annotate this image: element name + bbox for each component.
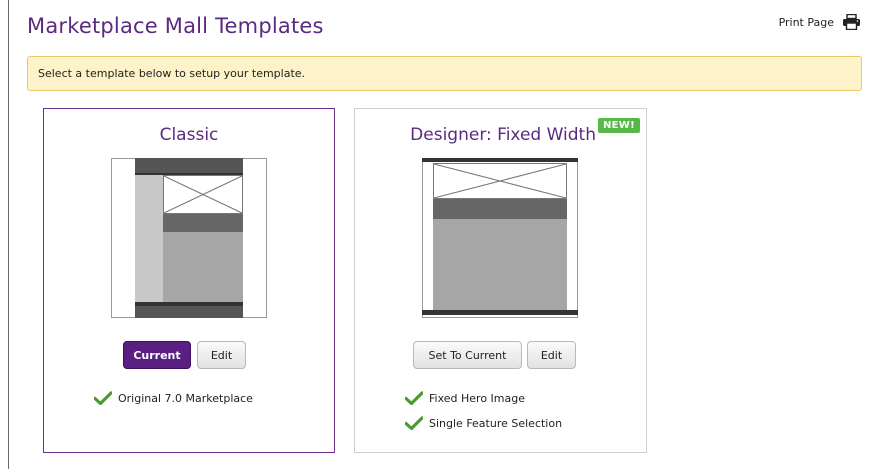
- feature-item: Original 7.0 Marketplace: [94, 391, 253, 405]
- checkmark-icon: [405, 416, 423, 430]
- template-preview-designer: [422, 158, 578, 322]
- template-preview-classic: [111, 158, 267, 322]
- checkmark-icon: [405, 391, 423, 405]
- printer-icon: [842, 14, 861, 30]
- feature-label: Original 7.0 Marketplace: [118, 391, 253, 405]
- set-to-current-button[interactable]: Set To Current: [413, 341, 522, 369]
- edit-classic-button[interactable]: Edit: [197, 341, 246, 369]
- template-title-classic: Classic: [159, 125, 219, 145]
- edit-designer-button[interactable]: Edit: [527, 341, 576, 369]
- new-badge: NEW!: [598, 118, 640, 133]
- feature-item: Single Feature Selection: [405, 416, 562, 430]
- checkmark-icon: [94, 391, 112, 405]
- notice-text: Select a template below to setup your te…: [38, 67, 306, 80]
- current-button[interactable]: Current: [123, 341, 191, 369]
- template-card-classic[interactable]: Classic Current Edit Original 7.0 Market…: [43, 108, 335, 453]
- print-page-link[interactable]: Print Page: [779, 14, 861, 30]
- feature-label: Single Feature Selection: [429, 416, 563, 430]
- print-page-label: Print Page: [778, 15, 834, 29]
- page-title: Marketplace Mall Templates: [27, 14, 324, 38]
- template-title-designer: Designer: Fixed Width: [410, 125, 596, 145]
- feature-item: Fixed Hero Image: [405, 391, 525, 405]
- instruction-notice: Select a template below to setup your te…: [27, 56, 862, 91]
- feature-label: Fixed Hero Image: [429, 391, 525, 405]
- template-card-designer[interactable]: Designer: Fixed Width NEW! Set To Curren…: [354, 108, 647, 453]
